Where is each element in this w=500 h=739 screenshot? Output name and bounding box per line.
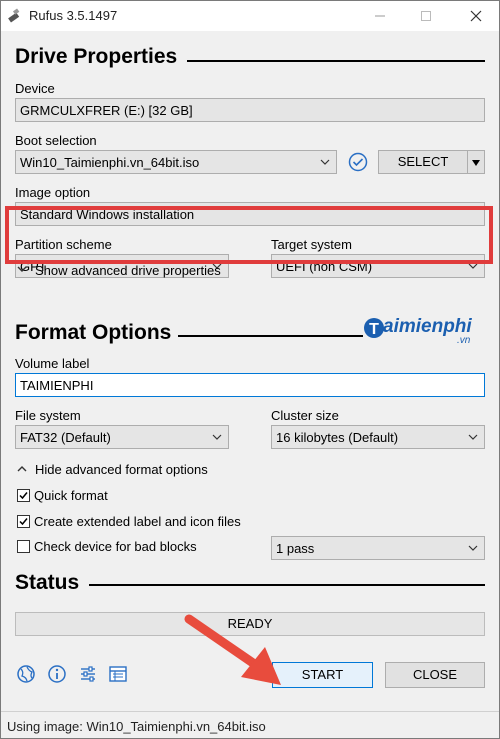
watermark-sub: .vn bbox=[457, 335, 471, 346]
highlight-box bbox=[5, 206, 493, 264]
boot-selection-label: Boot selection bbox=[15, 133, 97, 148]
svg-text:T: T bbox=[369, 321, 379, 338]
cluster-size-label: Cluster size bbox=[271, 408, 339, 423]
minimize-icon bbox=[375, 15, 385, 17]
boot-selection-dropdown[interactable]: Win10_Taimienphi.vn_64bit.iso bbox=[15, 150, 337, 174]
format-options-heading: Format Options bbox=[15, 321, 172, 344]
passes-dropdown[interactable]: 1 pass bbox=[271, 536, 485, 560]
passes-value: 1 pass bbox=[276, 541, 315, 556]
volume-label-value: TAIMIENPHI bbox=[20, 378, 94, 393]
chevron-down-icon[interactable] bbox=[17, 265, 27, 273]
volume-label-input[interactable]: TAIMIENPHI bbox=[15, 373, 485, 397]
show-advanced-drive-toggle[interactable]: Show advanced drive properties bbox=[35, 263, 221, 278]
globe-icon[interactable] bbox=[15, 663, 37, 685]
chevron-down-icon bbox=[212, 434, 222, 440]
select-button[interactable]: SELECT bbox=[378, 150, 468, 174]
extended-label-label: Create extended label and icon files bbox=[34, 514, 241, 529]
bad-blocks-checkbox[interactable] bbox=[17, 540, 30, 553]
section-divider bbox=[89, 584, 485, 586]
boot-selection-value: Win10_Taimienphi.vn_64bit.iso bbox=[20, 155, 200, 170]
rufus-window: Rufus 3.5.1497 Drive Properties Device G… bbox=[0, 0, 500, 739]
cluster-size-value: 16 kilobytes (Default) bbox=[276, 430, 399, 445]
section-divider bbox=[178, 335, 363, 337]
device-label: Device bbox=[15, 81, 55, 96]
settings-sliders-icon[interactable] bbox=[77, 663, 99, 685]
file-system-dropdown[interactable]: FAT32 (Default) bbox=[15, 425, 229, 449]
select-split-button[interactable] bbox=[467, 150, 485, 174]
file-system-value: FAT32 (Default) bbox=[20, 430, 111, 445]
extended-label-checkbox[interactable] bbox=[17, 515, 30, 528]
footer-text: Using image: Win10_Taimienphi.vn_64bit.i… bbox=[7, 719, 266, 734]
pointer-arrow-icon bbox=[184, 614, 281, 685]
close-icon bbox=[470, 10, 482, 22]
bad-blocks-label: Check device for bad blocks bbox=[34, 539, 197, 554]
maximize-button[interactable] bbox=[403, 1, 449, 31]
chevron-down-icon bbox=[468, 434, 478, 440]
info-icon[interactable] bbox=[46, 663, 68, 685]
status-footer: Using image: Win10_Taimienphi.vn_64bit.i… bbox=[1, 711, 499, 738]
close-window-button[interactable] bbox=[453, 1, 499, 31]
drive-properties-heading: Drive Properties bbox=[15, 45, 178, 68]
cluster-size-dropdown[interactable]: 16 kilobytes (Default) bbox=[271, 425, 485, 449]
minimize-button[interactable] bbox=[357, 1, 403, 31]
image-option-label: Image option bbox=[15, 185, 91, 200]
title-bar: Rufus 3.5.1497 bbox=[1, 1, 499, 31]
window-title: Rufus 3.5.1497 bbox=[29, 8, 118, 23]
checkmark-icon bbox=[19, 492, 28, 500]
volume-label-label: Volume label bbox=[15, 356, 90, 371]
file-system-label: File system bbox=[15, 408, 81, 423]
device-value: GRMCULXFRER (E:) [32 GB] bbox=[20, 103, 193, 118]
checkmark-icon bbox=[19, 518, 28, 526]
maximize-icon bbox=[421, 11, 431, 21]
taimienphi-logo-icon: T bbox=[364, 318, 384, 338]
chevron-down-icon bbox=[468, 545, 478, 551]
device-dropdown[interactable]: GRMCULXFRER (E:) [32 GB] bbox=[15, 98, 485, 122]
log-icon[interactable] bbox=[107, 663, 129, 685]
chevron-down-icon bbox=[320, 159, 330, 165]
usb-drive-icon bbox=[8, 8, 20, 23]
quick-format-checkbox[interactable] bbox=[17, 489, 30, 502]
hide-advanced-format-toggle[interactable]: Hide advanced format options bbox=[35, 462, 208, 477]
caret-down-icon bbox=[472, 160, 480, 166]
status-heading: Status bbox=[15, 571, 80, 594]
chevron-up-icon[interactable] bbox=[17, 465, 27, 473]
close-button[interactable]: CLOSE bbox=[385, 662, 485, 688]
check-circle-icon[interactable] bbox=[348, 152, 368, 172]
section-divider bbox=[187, 60, 485, 62]
quick-format-label: Quick format bbox=[34, 488, 108, 503]
